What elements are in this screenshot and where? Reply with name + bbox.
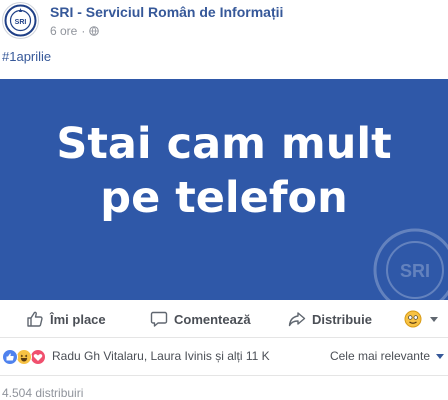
post-header: SRI SRI - Serviciul Român de Informații … — [0, 0, 448, 44]
comment-label: Comentează — [174, 311, 251, 327]
globe-icon — [89, 26, 100, 36]
sri-watermark-icon: SRI — [373, 228, 448, 300]
share-arrow-icon — [288, 312, 306, 327]
meta-separator: · — [81, 24, 86, 38]
like-button[interactable]: Îmi place — [26, 300, 106, 338]
page-name-link[interactable]: SRI - Serviciul Român de Informații — [50, 4, 283, 20]
page-avatar[interactable]: SRI — [2, 2, 39, 39]
chevron-down-icon — [430, 316, 438, 322]
reactors-summary[interactable]: Radu Gh Vitalaru, Laura Ivinis și alți 1… — [52, 349, 270, 363]
headline-line-1: Stai cam mult — [56, 119, 392, 169]
headline-line-2: pe telefon — [100, 173, 348, 223]
shares-count[interactable]: 4.504 distribuiri — [2, 386, 83, 400]
like-icon — [2, 349, 18, 365]
reactions-row: Radu Gh Vitalaru, Laura Ivinis și alți 1… — [0, 338, 448, 376]
love-icon — [30, 349, 46, 365]
share-button[interactable]: Distribuie — [288, 300, 372, 338]
svg-text:SRI: SRI — [15, 19, 27, 26]
svg-text:SRI: SRI — [400, 261, 430, 281]
haha-icon — [16, 349, 32, 365]
comment-sort-dropdown[interactable]: Cele mai relevante — [330, 349, 444, 363]
post-meta: 6 ore · — [50, 24, 100, 38]
image-headline: Stai cam mult pe telefon — [0, 117, 448, 225]
sri-logo-icon: SRI — [4, 4, 37, 37]
like-label: Îmi place — [50, 311, 106, 327]
emoji-avatar-icon — [404, 310, 422, 328]
caret-down-icon — [436, 353, 444, 359]
reaction-picker-button[interactable] — [404, 300, 438, 338]
comment-icon — [150, 311, 168, 327]
share-label: Distribuie — [312, 311, 372, 327]
sort-label: Cele mai relevante — [329, 349, 430, 363]
comment-button[interactable]: Comentează — [150, 300, 251, 338]
reaction-icons[interactable] — [2, 349, 46, 365]
hashtag-link[interactable]: #1aprilie — [2, 49, 51, 64]
post-actions-bar: Îmi place Comentează Distribuie — [0, 300, 448, 338]
post-image[interactable]: Stai cam mult pe telefon SRI — [0, 79, 448, 300]
thumbs-up-icon — [27, 311, 43, 327]
post-time[interactable]: 6 ore — [50, 24, 77, 38]
